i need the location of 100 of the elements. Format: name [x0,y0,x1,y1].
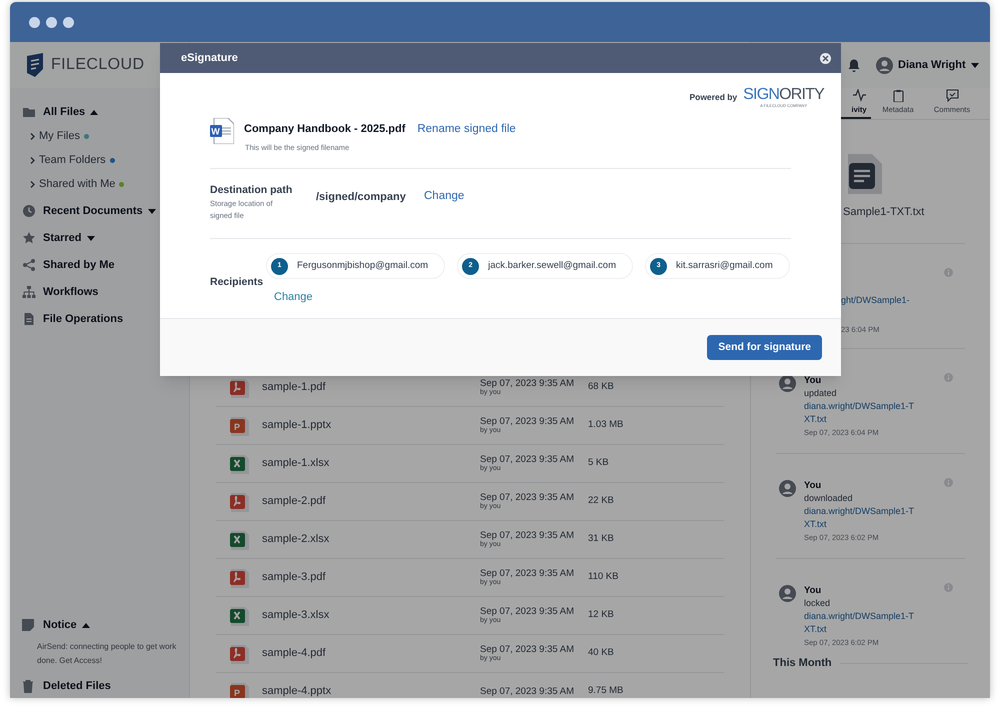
activity-user: You [804,479,822,492]
close-icon [822,54,829,62]
chevron-right-icon [30,180,35,188]
pdf-file-icon [228,568,250,588]
activity-action: locked [804,597,832,610]
share-icon [22,258,36,272]
file-name[interactable]: sample-1.pptx [262,417,480,434]
folder-icon [22,105,36,119]
send-for-signature-button[interactable]: Send for signature [707,335,822,360]
sidebar-item[interactable]: All Files [43,104,86,120]
file-name[interactable]: sample-4.pptx [262,683,480,698]
file-name[interactable]: sample-3.xlsx [262,607,480,624]
note-icon [22,619,34,631]
star-icon [22,231,36,245]
notice-toggle[interactable]: Notice [43,616,77,634]
sidebar-item[interactable]: Starred [43,230,82,246]
sidebar-item[interactable]: My Files [39,128,80,144]
sidebar-item[interactable]: Shared by Me [43,256,115,274]
powered-by-label: Powered by [689,91,738,104]
preview-file-name: Sample1-TXT.txt [843,205,926,220]
activity-action: downloaded [804,492,854,505]
file-name[interactable]: sample-1.pdf [262,379,480,396]
sidebar-item[interactable]: Deleted Files [43,678,111,694]
user-avatar-icon [779,585,796,602]
powerpoint-file-icon: P [228,416,250,436]
file-name[interactable]: sample-4.pdf [262,645,480,662]
destination-path: /signed/company [316,190,407,204]
sidebar-item[interactable]: Team Folders [39,152,106,168]
clipboard-icon [892,89,904,102]
activity-user: You [804,584,822,597]
modified-date: Sep 07, 2023 9:35 AM [480,492,576,503]
activity-file-link[interactable]: diana.wright/DWSample1-TXT.txt [804,505,916,531]
file-size: 22 KB [588,494,614,508]
pdf-file-icon [228,378,250,398]
recipient-email: jack.barker.sewell@gmail.com [488,259,616,274]
activity-file-link[interactable]: ght/DWSample1- [841,294,910,308]
info-icon [944,478,953,487]
file-name[interactable]: sample-3.pdf [262,569,480,586]
pulse-icon [852,89,866,102]
modified-date: Sep 07, 2023 9:35 AM [480,606,576,617]
modified-date: Sep 07, 2023 9:35 AM [480,378,576,389]
section-heading: This Month [773,656,832,671]
recipients-label: Recipients [210,275,264,290]
file-size: 110 KB [588,570,618,584]
caret-down-icon [970,62,979,68]
change-link[interactable]: Change [274,289,313,306]
file-name[interactable]: sample-2.pdf [262,493,480,510]
file-size: 1.03 MB [588,418,624,432]
bell-icon [848,58,860,72]
recipient-email: Fergusonmjbishop@gmail.com [297,259,428,274]
modified-date: Sep 07, 2023 9:35 AM [480,416,576,427]
info-icon [944,268,953,277]
file-name[interactable]: sample-2.xlsx [262,531,480,548]
pdf-file-icon [228,644,250,664]
excel-file-icon [228,606,250,626]
file-size: 68 KB [588,380,614,394]
file-size: 9.75 MB [588,684,624,698]
file-name[interactable]: sample-1.xlsx [262,455,480,472]
modified-date: Sep 07, 2023 9:35 AM [480,454,576,465]
activity-file-link[interactable]: diana.wright/DWSample1-TXT.txt [804,400,916,426]
powerpoint-file-icon: P [228,682,250,698]
info-icon [944,583,953,592]
modified-date: Sep 07, 2023 9:35 AM [480,644,576,655]
excel-file-icon [228,530,250,550]
document-icon [22,312,36,326]
notice-text: AirSend: connecting people to get work done. Get Access! [36,641,178,667]
trash-icon [22,680,34,692]
file-name: Company Handbook - 2025.pdf [244,122,406,138]
user-name[interactable]: Diana Wright [898,56,966,74]
sidebar-item[interactable]: Workflows [43,284,98,300]
change-link[interactable]: Change [424,188,464,205]
user-avatar-icon [876,56,893,74]
chevron-right-icon [30,132,35,140]
chevron-right-icon [30,156,35,164]
pdf-file-icon [228,492,250,512]
modified-date: Sep 07, 2023 9:35 AM [480,568,576,579]
file-size: 31 KB [588,532,614,546]
file-size: 40 KB [588,646,614,660]
comment-icon [946,89,958,102]
user-avatar-icon [779,480,796,497]
destination-label: Destination path [210,182,294,198]
info-icon [944,373,953,382]
modified-date: Sep 07, 2023 9:35 AM [480,686,576,697]
shield-logo-icon [26,53,44,77]
activity-user: You [804,374,822,387]
hierarchy-icon [22,285,36,299]
text-file-icon [846,154,882,194]
file-size: 5 KB [588,456,609,470]
file-size: 12 KB [588,608,614,622]
logo-text: FILECLOUD [51,55,144,75]
modified-date: Sep 07, 2023 9:35 AM [480,530,576,541]
activity-action: updated [804,387,838,400]
sidebar-item[interactable]: Shared with Me [39,176,116,192]
sidebar-item[interactable]: File Operations [43,310,124,328]
rename-link[interactable]: Rename signed file [417,121,516,138]
clock-icon [22,204,36,218]
dialog-title: eSignature [181,50,238,66]
close-button[interactable] [820,52,831,64]
sidebar-item[interactable]: Recent Documents [43,202,143,220]
activity-file-link[interactable]: diana.wright/DWSample1-TXT.txt [804,610,916,636]
